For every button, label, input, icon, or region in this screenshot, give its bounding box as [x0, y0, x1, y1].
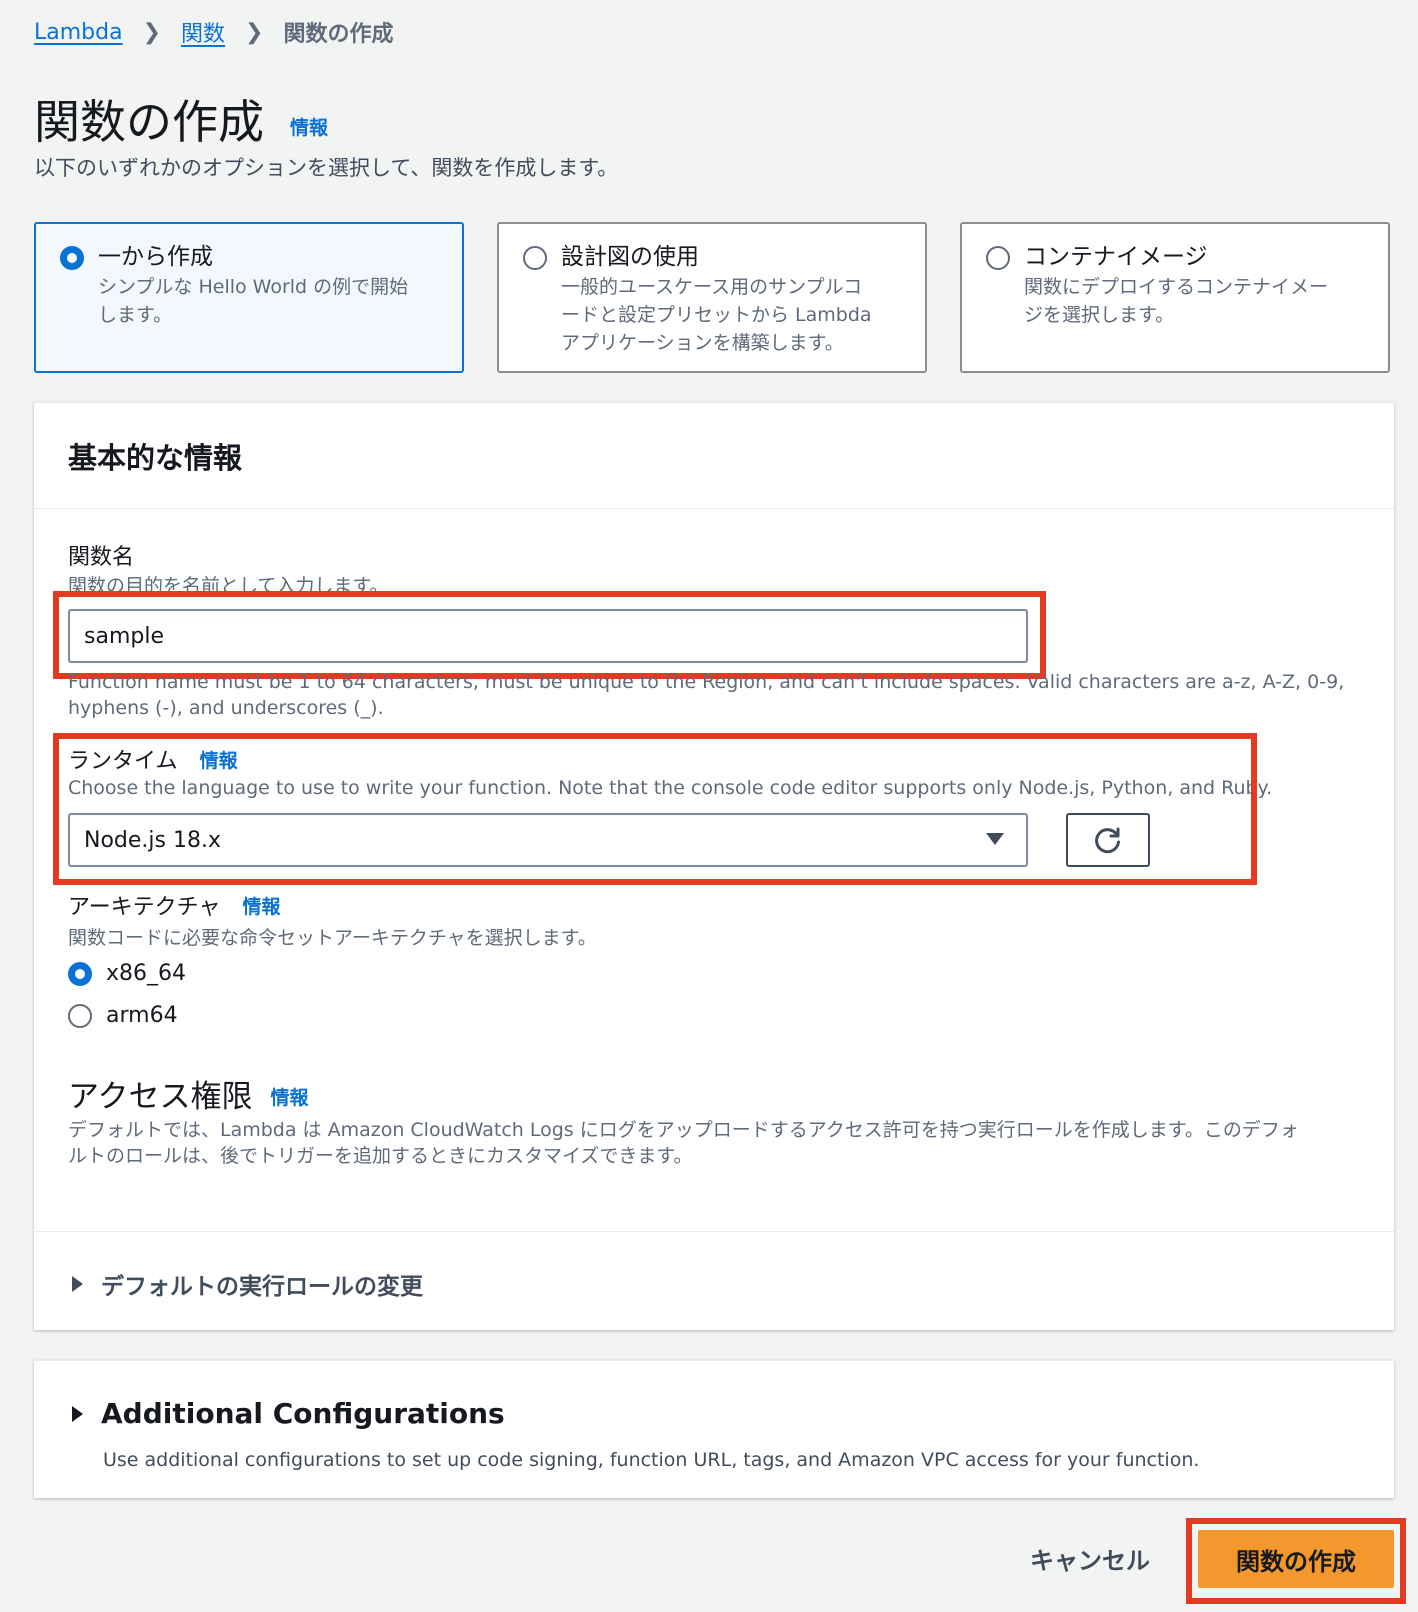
architecture-label-text: アーキテクチャ [68, 895, 221, 920]
function-name-constraint: Function name must be 1 to 64 characters… [68, 669, 1344, 721]
permissions-title: アクセス権限 情報 [68, 1071, 308, 1116]
option-desc-line: します。 [98, 304, 173, 326]
caret-right-icon [72, 1405, 83, 1422]
basic-info-panel: 基本的な情報 関数名 関数の目的を名前として入力します。 sample Func… [34, 402, 1394, 1330]
permissions-description: デフォルトでは、Lambda は Amazon CloudWatch Logs … [68, 1117, 1368, 1169]
panel-title: 基本的な情報 [68, 441, 243, 475]
panel-header: 基本的な情報 [34, 403, 1394, 509]
option-container-image[interactable]: コンテナイメージ 関数にデプロイするコンテナイメー ジを選択します。 [960, 222, 1390, 373]
info-link[interactable]: 情報 [242, 892, 280, 919]
radio-button[interactable] [523, 246, 547, 270]
chevron-right-icon: ❯ [142, 19, 162, 45]
breadcrumb-lambda-link[interactable]: Lambda [34, 20, 123, 45]
divider [34, 1231, 1394, 1232]
radio-button[interactable] [68, 961, 92, 986]
constraint-line: hyphens (-), and underscores (_). [68, 697, 384, 719]
permissions-desc-line: デフォルトでは、Lambda は Amazon CloudWatch Logs … [68, 1119, 1299, 1141]
breadcrumb-current: 関数の作成 [283, 22, 394, 47]
page-description: 以下のいずれかのオプションを選択して、関数を作成します。 [34, 156, 619, 180]
arch-option-arm64[interactable]: arm64 [68, 1003, 178, 1028]
option-desc-line: ードと設定プリセットから Lambda [561, 304, 872, 326]
breadcrumb-functions-link[interactable]: 関数 [181, 16, 225, 48]
option-desc-line: 一般的ユースケース用のサンプルコ [561, 276, 863, 298]
radio-button[interactable] [986, 246, 1010, 270]
change-default-role-expander[interactable]: デフォルトの実行ロールの変更 [72, 1267, 423, 1301]
function-name-label: 関数名 [68, 545, 135, 570]
highlight-box [53, 733, 1257, 885]
arch-option-x86_64[interactable]: x86_64 [68, 961, 186, 986]
expander-label: デフォルトの実行ロールの変更 [101, 1274, 423, 1300]
option-title: 一から作成 [98, 244, 213, 270]
highlight-box [53, 591, 1046, 679]
page-title-text: 関数の作成 [34, 95, 264, 149]
radio-button[interactable] [60, 246, 84, 270]
option-desc-line: シンプルな Hello World の例で開始 [98, 276, 409, 298]
arch-option-label: x86_64 [106, 961, 187, 986]
option-desc-line: ジを選択します。 [1024, 304, 1175, 326]
arch-option-label: arm64 [106, 1003, 178, 1028]
option-desc-line: アプリケーションを構築します。 [561, 332, 844, 354]
info-link[interactable]: 情報 [290, 113, 328, 140]
permissions-desc-line: ルトのロールは、後でトリガーを追加するときにカスタマイズできます。 [68, 1145, 693, 1167]
option-author-from-scratch[interactable]: 一から作成 シンプルな Hello World の例で開始 します。 [34, 222, 464, 373]
constraint-line: Function name must be 1 to 64 characters… [68, 671, 1345, 693]
option-use-blueprint[interactable]: 設計図の使用 一般的ユースケース用のサンプルコ ードと設定プリセットから Lam… [497, 222, 927, 373]
additional-config-panel: Additional Configurations Use additional… [34, 1360, 1394, 1498]
additional-config-description: Use additional configurations to set up … [103, 1449, 1200, 1471]
architecture-label: アーキテクチャ 情報 [68, 889, 280, 921]
highlight-box [1186, 1518, 1406, 1604]
additional-config-expander[interactable]: Additional Configurations [72, 1397, 505, 1430]
additional-config-title: Additional Configurations [101, 1397, 505, 1430]
option-title: 設計図の使用 [561, 244, 699, 270]
breadcrumb: Lambda ❯ 関数 ❯ 関数の作成 [34, 14, 394, 50]
option-title: コンテナイメージ [1024, 244, 1208, 270]
architecture-description: 関数コードに必要な命令セットアーキテクチャを選択します。 [68, 927, 597, 949]
info-link[interactable]: 情報 [270, 1083, 308, 1110]
page-title: 関数の作成 情報 [34, 86, 328, 152]
radio-button[interactable] [68, 1003, 92, 1028]
option-desc-line: 関数にデプロイするコンテナイメー [1024, 276, 1329, 298]
cancel-button[interactable]: キャンセル [1030, 1541, 1150, 1576]
caret-right-icon [72, 1276, 83, 1292]
chevron-right-icon: ❯ [245, 19, 264, 45]
permissions-title-text: アクセス権限 [68, 1079, 253, 1115]
